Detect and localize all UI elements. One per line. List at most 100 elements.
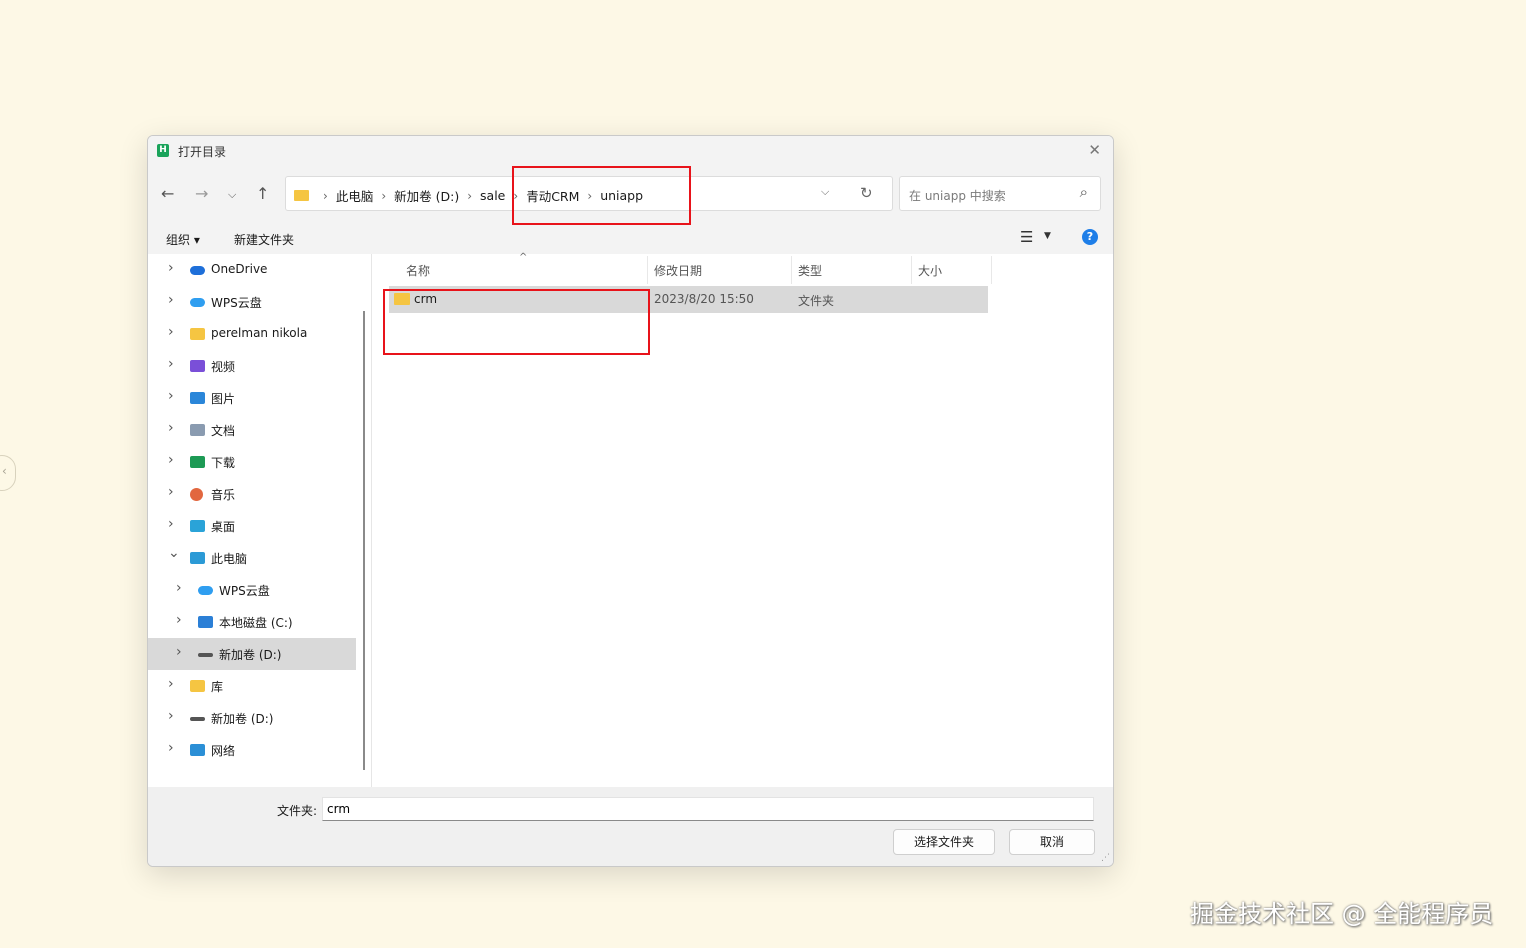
sidebar-item[interactable]: ⌄ 此电脑 (148, 542, 356, 574)
chevron-right-icon[interactable]: › (168, 740, 174, 756)
navigation-pane-scrollbar[interactable] (363, 311, 365, 770)
breadcrumb-separator-icon[interactable]: › (467, 189, 472, 203)
sidebar-item[interactable]: › 库 (148, 670, 356, 702)
cloud-icon (198, 586, 213, 595)
watermark: 掘金技术社区 @ 全能程序员 (1190, 900, 1494, 928)
sidebar-item-label: 音乐 (211, 488, 236, 502)
music-icon (190, 488, 203, 501)
chevron-right-icon[interactable]: › (168, 676, 174, 692)
sidebar-item[interactable]: › 视频 (148, 350, 356, 382)
chevron-right-icon[interactable]: › (168, 324, 174, 340)
document-icon (190, 424, 205, 436)
view-options-chevron-icon[interactable]: ▼ (1044, 231, 1051, 241)
address-dropdown-chevron-icon[interactable]: ⌵ (821, 185, 829, 199)
close-button[interactable]: ✕ (1088, 141, 1101, 159)
sidebar-item[interactable]: › OneDrive (148, 254, 356, 286)
sidebar-item[interactable]: › 音乐 (148, 478, 356, 510)
sidebar-item[interactable]: › 图片 (148, 382, 356, 414)
folder-field-label: 文件夹: (277, 804, 318, 818)
sidebar-item-label: 本地磁盘 (C:) (219, 616, 293, 630)
chevron-right-icon[interactable]: › (168, 708, 174, 724)
breadcrumb-item[interactable]: sale (480, 188, 505, 203)
sidebar-item[interactable]: › perelman nikola (148, 318, 356, 350)
breadcrumb-item[interactable]: 此电脑 (336, 186, 374, 205)
chevron-right-icon[interactable]: › (176, 612, 182, 628)
up-arrow-icon[interactable]: ↑ (256, 184, 269, 203)
chevron-right-icon[interactable]: › (168, 260, 174, 276)
sidebar-item[interactable]: › 文档 (148, 414, 356, 446)
chevron-right-icon[interactable]: › (168, 516, 174, 532)
drive-icon (190, 717, 205, 721)
sidebar-item[interactable]: › 新加卷 (D:) (148, 702, 356, 734)
sidebar-item[interactable]: › 新加卷 (D:) (148, 638, 356, 670)
column-header-name[interactable]: 名称 (406, 262, 430, 279)
app-logo-icon: H (157, 144, 169, 157)
sidebar-item-label: 新加卷 (D:) (211, 712, 274, 726)
chevron-right-icon[interactable]: › (176, 644, 182, 660)
chevron-right-icon[interactable]: › (168, 356, 174, 372)
recent-locations-chevron-icon[interactable]: ⌵ (228, 188, 236, 202)
column-header-size[interactable]: 大小 (918, 262, 942, 279)
sidebar-item-label: 视频 (211, 360, 236, 374)
search-box[interactable]: 在 uniapp 中搜索 ⌕ (899, 176, 1101, 211)
network-icon (190, 744, 205, 756)
breadcrumb-separator-icon[interactable]: › (381, 189, 386, 203)
highlight-box (383, 289, 650, 355)
chevron-right-icon[interactable]: › (168, 292, 174, 308)
sidebar-item-label: 网络 (211, 744, 236, 758)
breadcrumb-separator-icon[interactable]: › (323, 189, 328, 203)
column-header-modified[interactable]: 修改日期 (654, 262, 702, 279)
picture-icon (190, 392, 205, 404)
side-collapse-handle[interactable]: ‹ (0, 455, 16, 491)
drive-icon (198, 653, 213, 657)
file-modified: 2023/8/20 15:50 (654, 292, 754, 306)
select-folder-button[interactable]: 选择文件夹 (893, 829, 995, 855)
resize-grip-icon[interactable]: ⋰ (1101, 853, 1110, 863)
sidebar-item-label: WPS云盘 (219, 584, 270, 598)
new-folder-button[interactable]: 新建文件夹 (234, 231, 294, 248)
computer-icon (190, 552, 205, 564)
sidebar-item-label: 下载 (211, 456, 236, 470)
window-title: 打开目录 (178, 145, 227, 159)
library-icon (190, 680, 205, 692)
sidebar-item-label: perelman nikola (211, 326, 308, 340)
sidebar-item[interactable]: › WPS云盘 (148, 574, 356, 606)
column-divider[interactable] (647, 256, 648, 284)
windows-drive-icon (198, 616, 213, 628)
dialog-footer: 文件夹: 选择文件夹 取消 ⋰ (148, 787, 1113, 866)
column-divider[interactable] (991, 256, 992, 284)
sidebar-item-label: WPS云盘 (211, 296, 262, 310)
column-divider[interactable] (911, 256, 912, 284)
search-placeholder: 在 uniapp 中搜索 (909, 189, 1006, 203)
organize-button[interactable]: 组织 ▾ (166, 231, 200, 248)
cancel-button[interactable]: 取消 (1009, 829, 1095, 855)
title-bar: H 打开目录 ✕ (148, 136, 1113, 166)
folder-icon (294, 190, 309, 201)
sidebar-item-label: 桌面 (211, 520, 236, 534)
sidebar-item[interactable]: › WPS云盘 (148, 286, 356, 318)
chevron-right-icon[interactable]: › (168, 388, 174, 404)
chevron-right-icon[interactable]: › (168, 420, 174, 436)
back-arrow-icon[interactable]: ← (161, 184, 174, 203)
column-divider[interactable] (791, 256, 792, 284)
chevron-right-icon[interactable]: › (176, 580, 182, 596)
sidebar-item[interactable]: › 网络 (148, 734, 356, 766)
sidebar-item-label: 新加卷 (D:) (219, 648, 282, 662)
sidebar-item[interactable]: › 本地磁盘 (C:) (148, 606, 356, 638)
folder-name-input[interactable] (322, 797, 1094, 821)
breadcrumb-item[interactable]: 新加卷 (D:) (394, 186, 459, 205)
view-list-icon[interactable]: ☰ (1020, 228, 1033, 246)
sidebar-item[interactable]: › 桌面 (148, 510, 356, 542)
sidebar-item[interactable]: › 下载 (148, 446, 356, 478)
refresh-icon[interactable]: ↻ (860, 184, 873, 202)
forward-arrow-icon[interactable]: → (195, 184, 208, 203)
search-icon[interactable]: ⌕ (1080, 183, 1088, 201)
chevron-right-icon[interactable]: › (168, 452, 174, 468)
help-icon[interactable]: ? (1082, 229, 1098, 245)
open-folder-dialog: H 打开目录 ✕ ← → ⌵ ↑ › 此电脑 › 新加卷 (D:) › sale… (147, 135, 1114, 867)
navigation-pane: › OneDrive › WPS云盘 › perelman nikola › 视频 › 图片 › 文档… (148, 254, 356, 787)
folder-icon (190, 328, 205, 340)
chevron-down-icon[interactable]: ⌄ (168, 545, 180, 561)
chevron-right-icon[interactable]: › (168, 484, 174, 500)
column-header-type[interactable]: 类型 (798, 262, 822, 279)
